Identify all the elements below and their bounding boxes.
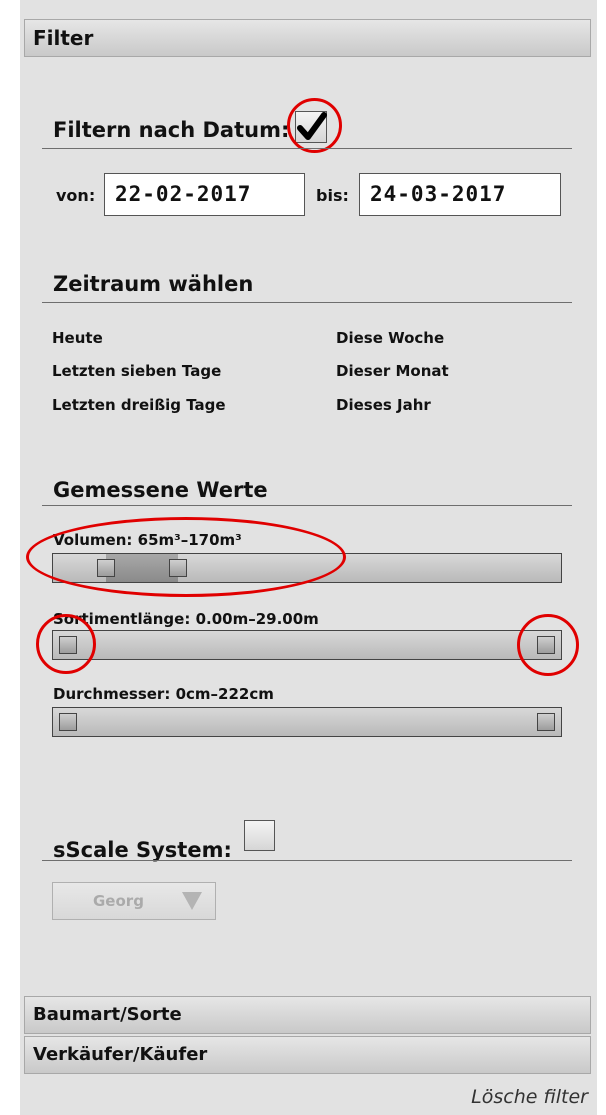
durchmesser-slider-label: Durchmesser: 0cm–222cm	[53, 685, 274, 703]
durchmesser-max-handle[interactable]	[537, 713, 555, 731]
sortimentlaenge-min-handle[interactable]	[59, 636, 77, 654]
period-option-dieses-jahr[interactable]: Dieses Jahr	[336, 396, 431, 414]
period-divider	[42, 302, 572, 303]
section-verkaeufer-kaeufer[interactable]: Verkäufer/Käufer	[24, 1036, 591, 1074]
durchmesser-label-text: Durchmesser:	[53, 685, 171, 703]
volumen-slider-range	[106, 554, 178, 582]
measured-divider	[42, 505, 572, 506]
checkmark-icon	[297, 112, 327, 140]
period-option-dieser-monat[interactable]: Dieser Monat	[336, 362, 449, 380]
chevron-down-icon	[182, 892, 202, 910]
volumen-range-text: 65m³–170m³	[137, 531, 242, 549]
filter-header-label: Filter	[33, 26, 94, 50]
from-label: von:	[56, 186, 96, 205]
date-filter-title: Filtern nach Datum:	[53, 118, 290, 142]
sortimentlaenge-max-handle[interactable]	[537, 636, 555, 654]
from-date-input[interactable]: 22-02-2017	[104, 173, 305, 216]
volumen-label-text: Volumen:	[53, 531, 133, 549]
filter-header[interactable]: Filter	[24, 19, 591, 57]
volumen-max-handle[interactable]	[168, 559, 187, 577]
period-title: Zeitraum wählen	[53, 272, 254, 296]
period-option-letzten-sieben-tage[interactable]: Letzten sieben Tage	[52, 362, 221, 380]
volumen-min-handle[interactable]	[97, 559, 116, 577]
sscale-select-value: Georg	[93, 892, 144, 910]
to-date-input[interactable]: 24-03-2017	[359, 173, 561, 216]
sscale-divider	[42, 860, 572, 861]
reset-filter-link[interactable]: Lösche filter	[471, 1086, 588, 1108]
period-option-heute[interactable]: Heute	[52, 329, 103, 347]
date-filter-checkbox[interactable]	[295, 111, 327, 143]
section-baumart-sorte[interactable]: Baumart/Sorte	[24, 996, 591, 1034]
section-baumart-sorte-label: Baumart/Sorte	[33, 1004, 182, 1025]
volumen-slider-label: Volumen: 65m³–170m³	[53, 531, 242, 549]
measured-title: Gemessene Werte	[53, 478, 268, 502]
date-filter-divider	[42, 148, 572, 149]
sortimentlaenge-slider[interactable]	[52, 630, 562, 660]
period-option-letzten-dreissig-tage[interactable]: Letzten dreißig Tage	[52, 396, 226, 414]
sortimentlaenge-label-text: Sortimentlänge:	[53, 610, 191, 628]
sortimentlaenge-range-text: 0.00m–29.00m	[195, 610, 319, 628]
durchmesser-min-handle[interactable]	[59, 713, 77, 731]
durchmesser-slider[interactable]	[52, 707, 562, 737]
period-option-diese-woche[interactable]: Diese Woche	[336, 329, 444, 347]
sortimentlaenge-slider-label: Sortimentlänge: 0.00m–29.00m	[53, 610, 319, 628]
sscale-title: sScale System:	[53, 838, 232, 862]
durchmesser-range-text: 0cm–222cm	[175, 685, 274, 703]
volumen-slider[interactable]	[52, 553, 562, 583]
sscale-select[interactable]: Georg	[52, 882, 216, 920]
to-label: bis:	[316, 186, 349, 205]
sscale-checkbox[interactable]	[244, 820, 275, 851]
section-verkaeufer-kaeufer-label: Verkäufer/Käufer	[33, 1044, 208, 1065]
